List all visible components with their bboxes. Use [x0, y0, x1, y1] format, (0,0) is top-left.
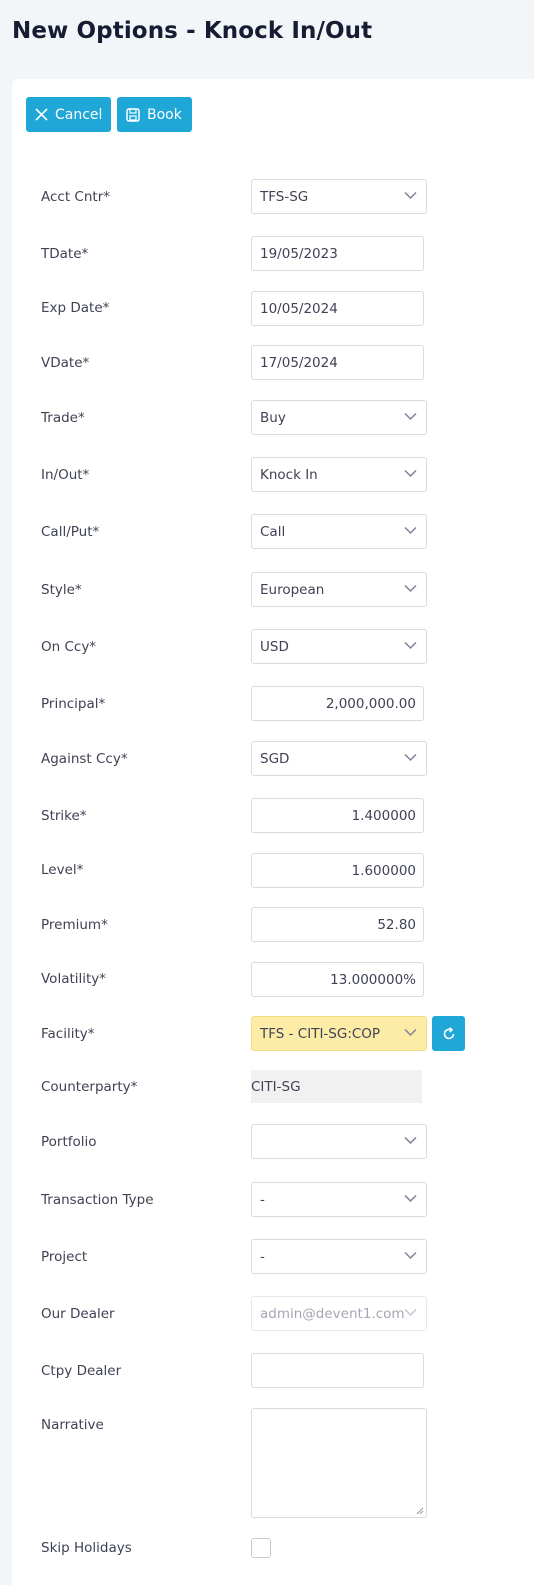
close-icon [35, 108, 48, 121]
acct-cntr-value: TFS-SG [260, 188, 309, 205]
level-label: Level* [41, 862, 84, 878]
chevron-down-icon [404, 1136, 417, 1145]
in-out-label: In/Out* [41, 467, 90, 483]
against-ccy-label: Against Ccy* [41, 751, 128, 767]
vdate-value: 17/05/2024 [260, 354, 338, 371]
portfolio-label: Portfolio [41, 1134, 97, 1150]
facility-label: Facility* [41, 1026, 95, 1042]
acct-cntr-select[interactable]: TFS-SG [251, 179, 427, 214]
transaction-type-value: - [260, 1191, 265, 1208]
tdate-value: 19/05/2023 [260, 245, 338, 262]
strike-value: 1.400000 [351, 807, 416, 824]
ctpy-dealer-input[interactable] [251, 1353, 424, 1388]
transaction-type-label: Transaction Type [41, 1192, 154, 1208]
book-label: Book [147, 106, 182, 123]
counterparty-value: CITI-SG [251, 1070, 422, 1103]
acct-cntr-label: Acct Cntr* [41, 189, 111, 205]
our-dealer-value: admin@devent1.com [260, 1305, 405, 1322]
in-out-value: Knock In [260, 466, 318, 483]
volatility-input[interactable]: 13.000000% [251, 962, 424, 997]
principal-label: Principal* [41, 696, 106, 712]
chevron-down-icon [404, 1194, 417, 1203]
save-icon [126, 107, 140, 122]
strike-label: Strike* [41, 808, 87, 824]
level-value: 1.600000 [351, 862, 416, 879]
project-value: - [260, 1248, 265, 1265]
vdate-input[interactable]: 17/05/2024 [251, 345, 424, 380]
principal-input[interactable]: 2,000,000.00 [251, 686, 424, 721]
skip-holidays-checkbox[interactable] [251, 1538, 271, 1558]
refresh-icon [443, 1026, 454, 1039]
call-put-select[interactable]: Call [251, 514, 427, 549]
call-put-value: Call [260, 523, 286, 540]
cancel-button[interactable]: Cancel [26, 97, 111, 132]
book-button[interactable]: Book [117, 97, 192, 132]
resize-handle-icon[interactable] [416, 1507, 424, 1515]
ctpy-dealer-label: Ctpy Dealer [41, 1363, 122, 1379]
portfolio-select[interactable] [251, 1124, 427, 1159]
trade-select[interactable]: Buy [251, 400, 427, 435]
skip-holidays-label: Skip Holidays [41, 1540, 132, 1556]
exp-date-input[interactable]: 10/05/2024 [251, 291, 424, 326]
project-label: Project [41, 1249, 88, 1265]
chevron-down-icon [404, 412, 417, 421]
in-out-select[interactable]: Knock In [251, 457, 427, 492]
on-ccy-value: USD [260, 638, 289, 655]
premium-label: Premium* [41, 917, 108, 933]
chevron-down-icon [404, 1251, 417, 1260]
chevron-down-icon [404, 753, 417, 762]
chevron-down-icon [404, 469, 417, 478]
style-label: Style* [41, 582, 82, 598]
facility-select[interactable]: TFS - CITI-SG:COP [251, 1016, 427, 1051]
chevron-down-icon [404, 1308, 417, 1317]
call-put-label: Call/Put* [41, 524, 100, 540]
chevron-down-icon [404, 1028, 417, 1037]
exp-date-value: 10/05/2024 [260, 300, 338, 317]
refresh-facility-button[interactable] [432, 1016, 465, 1051]
project-select[interactable]: - [251, 1239, 427, 1274]
page-title: New Options - Knock In/Out [12, 18, 373, 44]
narrative-textarea[interactable] [251, 1408, 427, 1518]
chevron-down-icon [404, 191, 417, 200]
volatility-value: 13.000000% [330, 971, 416, 988]
trade-label: Trade* [41, 410, 85, 426]
chevron-down-icon [404, 584, 417, 593]
transaction-type-select[interactable]: - [251, 1182, 427, 1217]
level-input[interactable]: 1.600000 [251, 853, 424, 888]
against-ccy-value: SGD [260, 750, 290, 767]
on-ccy-label: On Ccy* [41, 639, 97, 655]
style-value: European [260, 581, 325, 598]
trade-value: Buy [260, 409, 286, 426]
facility-value: TFS - CITI-SG:COP [260, 1025, 381, 1042]
our-dealer-select[interactable]: admin@devent1.com [251, 1296, 427, 1331]
premium-input[interactable]: 52.80 [251, 907, 424, 942]
narrative-label: Narrative [41, 1417, 104, 1433]
tdate-label: TDate* [41, 246, 89, 262]
exp-date-label: Exp Date* [41, 300, 110, 316]
tdate-input[interactable]: 19/05/2023 [251, 236, 424, 271]
cancel-label: Cancel [55, 106, 103, 123]
chevron-down-icon [404, 641, 417, 650]
vdate-label: VDate* [41, 355, 90, 371]
style-select[interactable]: European [251, 572, 427, 607]
chevron-down-icon [404, 526, 417, 535]
our-dealer-label: Our Dealer [41, 1306, 115, 1322]
premium-value: 52.80 [377, 916, 416, 933]
principal-value: 2,000,000.00 [325, 695, 416, 712]
on-ccy-select[interactable]: USD [251, 629, 427, 664]
counterparty-label: Counterparty* [41, 1079, 138, 1095]
volatility-label: Volatility* [41, 971, 107, 987]
strike-input[interactable]: 1.400000 [251, 798, 424, 833]
against-ccy-select[interactable]: SGD [251, 741, 427, 776]
